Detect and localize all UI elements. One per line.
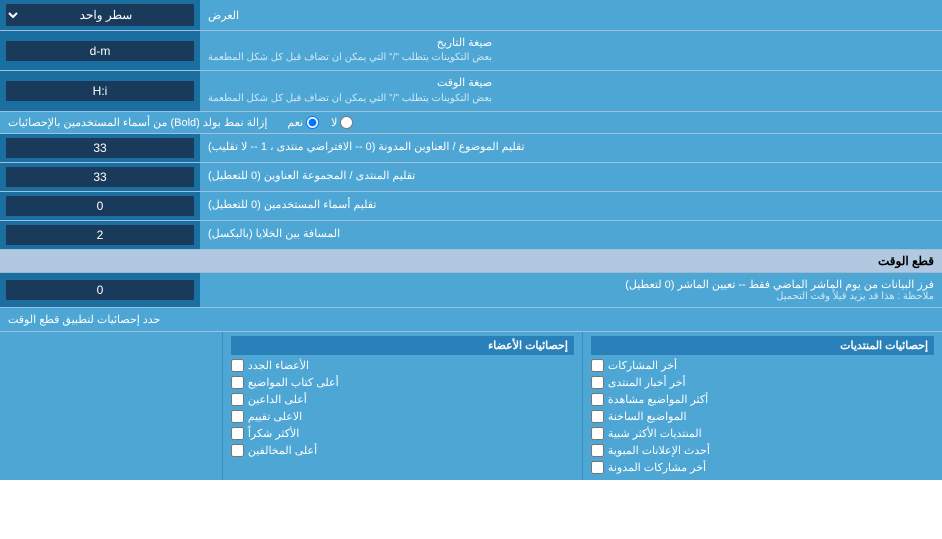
posts-col-header: إحصائيات المنتديات — [591, 336, 934, 355]
time-format-row: صيغة الوقت بعض التكوينات يتطلب "/" التي … — [0, 71, 942, 111]
subject-trim-input[interactable] — [6, 138, 194, 158]
cell-gap-input[interactable] — [6, 225, 194, 245]
checkbox-hot-topics: المواضيع الساخنة — [591, 408, 934, 425]
display-mode-row: العرض سطر واحد متعدد الأسطر — [0, 0, 942, 31]
cell-gap-label: المسافة بين الخلايا (بالبكسل) — [200, 221, 942, 249]
display-mode-dropdown-cell: سطر واحد متعدد الأسطر — [0, 0, 200, 30]
display-mode-select[interactable]: سطر واحد متعدد الأسطر — [6, 4, 194, 26]
forum-trim-row: تقليم المنتدى / المجموعة العناوين (0 للت… — [0, 163, 942, 192]
cell-gap-input-cell — [0, 221, 200, 249]
checkbox-top-inviters-input[interactable] — [231, 393, 244, 406]
checkboxes-grid: إحصائيات المنتديات أخر المشاركات أخر أخب… — [0, 332, 942, 480]
date-format-input-cell — [0, 31, 200, 70]
bold-yes-radio[interactable] — [306, 116, 319, 129]
members-col-header: إحصائيات الأعضاء — [231, 336, 574, 355]
date-format-row: صيغة التاريخ بعض التكوينات يتطلب "/" الت… — [0, 31, 942, 71]
checkbox-latest-ads-input[interactable] — [591, 444, 604, 457]
checkbox-col-empty — [0, 332, 222, 480]
usernames-trim-input-cell — [0, 192, 200, 220]
subject-trim-input-cell — [0, 134, 200, 162]
display-mode-label: العرض — [200, 0, 942, 30]
cutoff-days-label: فرز البيانات من يوم الماشر الماضي فقط --… — [200, 273, 942, 307]
cutoff-days-input[interactable] — [6, 280, 194, 300]
checkbox-noted-posts: أخر مشاركات المدونة — [591, 459, 934, 476]
checkbox-col-posts: إحصائيات المنتديات أخر المشاركات أخر أخب… — [582, 332, 942, 480]
forum-trim-label: تقليم المنتدى / المجموعة العناوين (0 للت… — [200, 163, 942, 191]
checkbox-similar-forums: المنتديات الأكثر شبية — [591, 425, 934, 442]
checkbox-top-raters: الاعلى تقييم — [231, 408, 574, 425]
checkbox-latest-posts: أخر المشاركات — [591, 357, 934, 374]
date-format-input[interactable] — [6, 41, 194, 61]
bold-yes-label[interactable]: نعم — [287, 116, 319, 129]
date-format-label: صيغة التاريخ بعض التكوينات يتطلب "/" الت… — [200, 31, 942, 70]
usernames-trim-label: تقليم أسماء المستخدمين (0 للتعطيل) — [200, 192, 942, 220]
checkbox-top-posters-input[interactable] — [231, 376, 244, 389]
subject-trim-row: تقليم الموضوع / العناوين المدونة (0 -- ا… — [0, 134, 942, 163]
checkbox-most-thanked-input[interactable] — [231, 427, 244, 440]
bold-no-radio[interactable] — [340, 116, 353, 129]
checkbox-col-members: إحصائيات الأعضاء الأعضاء الجدد أعلى كتاب… — [222, 332, 582, 480]
time-format-input[interactable] — [6, 81, 194, 101]
cell-gap-row: المسافة بين الخلايا (بالبكسل) — [0, 221, 942, 250]
bold-removal-radio-cell: لا نعم إزالة نمط بولد (Bold) من أسماء ال… — [0, 112, 942, 133]
forum-trim-input[interactable] — [6, 167, 194, 187]
checkbox-new-members-input[interactable] — [231, 359, 244, 372]
checkboxes-limit-row: حدد إحصائيات لتطبيق قطع الوقت — [0, 308, 942, 332]
checkbox-new-members: الأعضاء الجدد — [231, 357, 574, 374]
checkbox-latest-posts-input[interactable] — [591, 359, 604, 372]
bold-no-label[interactable]: لا — [331, 116, 353, 129]
usernames-trim-row: تقليم أسماء المستخدمين (0 للتعطيل) — [0, 192, 942, 221]
bold-removal-row: لا نعم إزالة نمط بولد (Bold) من أسماء ال… — [0, 112, 942, 134]
checkbox-noted-posts-input[interactable] — [591, 461, 604, 474]
checkbox-most-thanked: الأكثر شكراً — [231, 425, 574, 442]
cutoff-days-input-cell — [0, 273, 200, 307]
time-format-label: صيغة الوقت بعض التكوينات يتطلب "/" التي … — [200, 71, 942, 110]
checkbox-top-inviters: أعلى الداعين — [231, 391, 574, 408]
checkbox-forum-news: أخر أخبار المنتدى — [591, 374, 934, 391]
time-format-input-cell — [0, 71, 200, 110]
checkbox-forum-news-input[interactable] — [591, 376, 604, 389]
cutoff-days-row: فرز البيانات من يوم الماشر الماضي فقط --… — [0, 273, 942, 308]
checkbox-top-raters-input[interactable] — [231, 410, 244, 423]
cutoff-section-header: قطع الوقت — [0, 250, 942, 273]
checkbox-top-profilers: أعلى المخالفين — [231, 442, 574, 459]
checkboxes-limit-label: حدد إحصائيات لتطبيق قطع الوقت — [0, 308, 942, 331]
usernames-trim-input[interactable] — [6, 196, 194, 216]
checkbox-hot-topics-input[interactable] — [591, 410, 604, 423]
forum-trim-input-cell — [0, 163, 200, 191]
checkbox-similar-forums-input[interactable] — [591, 427, 604, 440]
bold-removal-label: إزالة نمط بولد (Bold) من أسماء المستخدمي… — [8, 116, 267, 129]
checkbox-top-posters: أعلى كتاب المواضيع — [231, 374, 574, 391]
checkbox-latest-ads: أحدث الإعلانات المبوية — [591, 442, 934, 459]
subject-trim-label: تقليم الموضوع / العناوين المدونة (0 -- ا… — [200, 134, 942, 162]
checkbox-most-viewed: أكثر المواضيع مشاهدة — [591, 391, 934, 408]
checkbox-most-viewed-input[interactable] — [591, 393, 604, 406]
checkbox-top-profilers-input[interactable] — [231, 444, 244, 457]
